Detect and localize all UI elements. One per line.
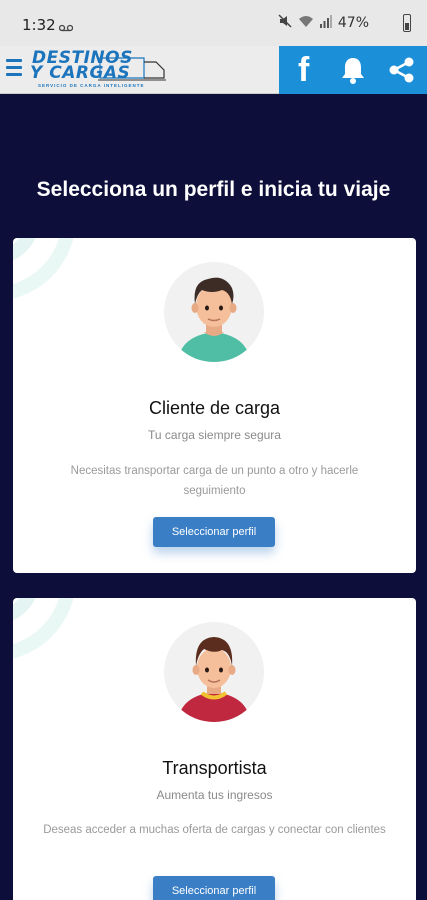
logo: DESTINOS Y CARGAS SERVICIO DE CARGA INTE…: [28, 48, 168, 92]
status-bar: 1:32 47%: [0, 0, 427, 46]
card-description: Necesitas transportar carga de un punto …: [70, 465, 359, 497]
profile-card-transportista: Transportista Aumenta tus ingresos Desea…: [13, 598, 416, 900]
logo-tagline: SERVICIO DE CARGA INTELIGENTE: [38, 83, 145, 88]
card-subtitle: Aumenta tus ingresos: [156, 788, 273, 802]
voicemail-icon: [58, 19, 74, 37]
logo-line2: Y CARGAS: [30, 63, 131, 83]
wave-decoration-icon: [13, 598, 74, 659]
battery-percent: 47%: [337, 15, 369, 31]
select-profile-button[interactable]: Seleccionar perfil: [153, 876, 275, 900]
card-subtitle: Tu carga siempre segura: [148, 428, 281, 442]
signal-icon: [319, 14, 332, 32]
wifi-icon: [298, 14, 314, 32]
bell-icon[interactable]: [333, 50, 373, 90]
app-header: DESTINOS Y CARGAS SERVICIO DE CARGA INTE…: [0, 46, 427, 94]
header-actions: f: [279, 46, 427, 94]
mute-icon: [278, 14, 292, 32]
status-time: 1:32: [22, 16, 56, 34]
wave-decoration-icon: [13, 238, 74, 299]
card-description: Deseas acceder a muchas oferta de cargas…: [43, 824, 386, 836]
battery-icon: [403, 14, 411, 32]
boy-avatar-icon: [164, 622, 264, 722]
menu-icon[interactable]: [6, 59, 22, 79]
man-avatar-icon: [164, 262, 264, 362]
card-title: Cliente de carga: [148, 398, 281, 418]
facebook-icon[interactable]: f: [284, 50, 324, 90]
card-title: Transportista: [162, 758, 267, 778]
select-profile-button[interactable]: Seleccionar perfil: [153, 517, 275, 547]
profile-card-cliente: Cliente de carga Tu carga siempre segura…: [13, 238, 416, 573]
page-title: Selecciona un perfil e inicia tu viaje: [36, 178, 391, 201]
share-icon[interactable]: [382, 50, 422, 90]
